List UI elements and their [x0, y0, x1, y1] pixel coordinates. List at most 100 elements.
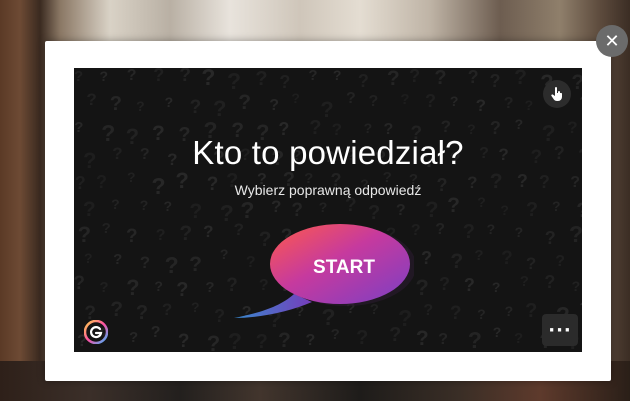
question-mark-decoration: ? [462, 220, 475, 243]
question-mark-decoration: ? [110, 298, 124, 322]
question-mark-decoration: ? [519, 273, 529, 291]
question-mark-decoration: ? [109, 93, 122, 116]
question-mark-decoration: ? [420, 248, 432, 269]
question-mark-decoration: ? [425, 197, 439, 223]
question-mark-decoration: ? [77, 222, 92, 248]
question-mark-decoration: ? [345, 194, 357, 216]
question-mark-decoration: ? [424, 90, 436, 111]
question-mark-decoration: ? [126, 68, 137, 85]
question-mark-decoration: ? [524, 97, 534, 114]
question-mark-decoration: ? [409, 68, 421, 86]
question-mark-decoration: ? [139, 196, 149, 213]
question-mark-decoration: ? [477, 305, 486, 322]
question-mark-decoration: ? [579, 299, 582, 316]
question-mark-decoration: ? [189, 96, 202, 118]
question-mark-decoration: ? [555, 252, 566, 270]
question-mark-decoration: ? [345, 90, 356, 108]
question-mark-decoration: ? [514, 116, 524, 133]
question-mark-decoration: ? [356, 326, 369, 349]
genially-logo-icon [83, 319, 109, 345]
question-mark-decoration: ? [155, 227, 166, 245]
question-mark-decoration: ? [449, 303, 462, 325]
more-options-button[interactable]: ··· [542, 314, 578, 346]
question-mark-decoration: ? [503, 95, 514, 113]
question-mark-decoration: ? [177, 330, 190, 352]
question-mark-decoration: ? [318, 199, 328, 216]
question-mark-decoration: ? [569, 221, 582, 248]
question-mark-decoration: ? [386, 68, 400, 91]
question-mark-decoration: ? [492, 324, 502, 341]
question-mark-decoration: ? [525, 253, 537, 273]
question-mark-decoration: ? [279, 71, 291, 92]
question-mark-decoration: ? [111, 196, 120, 213]
question-mark-decoration: ? [278, 328, 291, 352]
question-mark-decoration: ? [544, 227, 556, 248]
question-mark-decoration: ? [135, 302, 149, 325]
question-mark-decoration: ? [129, 328, 139, 346]
genially-logo[interactable] [83, 319, 109, 345]
question-mark-decoration: ? [486, 221, 496, 238]
question-mark-decoration: ? [450, 250, 464, 274]
question-mark-decoration: ? [571, 278, 581, 295]
question-mark-decoration: ? [164, 252, 179, 278]
question-mark-decoration: ? [153, 68, 165, 85]
question-mark-decoration: ? [203, 221, 214, 241]
question-mark-decoration: ? [82, 197, 96, 221]
question-mark-decoration: ? [467, 327, 482, 352]
question-mark-decoration: ? [320, 96, 334, 122]
question-mark-decoration: ? [305, 331, 316, 349]
question-mark-decoration: ? [154, 277, 163, 294]
question-mark-decoration: ? [163, 198, 173, 215]
question-mark-decoration: ? [308, 68, 318, 84]
question-mark-decoration: ? [113, 251, 123, 269]
question-mark-decoration: ? [99, 279, 109, 297]
question-mark-decoration: ? [238, 91, 252, 115]
touch-hand-button[interactable] [543, 80, 571, 108]
question-mark-decoration: ? [126, 226, 138, 248]
question-mark-decoration: ? [434, 68, 447, 90]
question-mark-decoration: ? [164, 93, 174, 110]
question-mark-decoration: ? [389, 324, 402, 347]
question-mark-decoration: ? [139, 252, 151, 272]
question-mark-decoration: ? [580, 93, 582, 115]
question-mark-decoration: ? [255, 68, 268, 91]
question-mark-decoration: ? [136, 97, 145, 114]
question-mark-decoration: ? [99, 68, 109, 85]
question-mark-decoration: ? [214, 305, 226, 326]
question-mark-decoration: ? [544, 272, 556, 293]
question-mark-decoration: ? [463, 275, 475, 296]
question-mark-decoration: ? [74, 68, 84, 86]
question-mark-decoration: ? [227, 328, 242, 352]
question-mark-decoration: ? [435, 221, 445, 239]
question-mark-decoration: ? [269, 96, 280, 114]
close-button[interactable]: ✕ [596, 25, 628, 57]
game-title: Kto to powiedział? [192, 134, 464, 171]
more-icon: ··· [548, 319, 572, 341]
question-mark-decoration: ? [189, 252, 202, 276]
start-button[interactable]: START [234, 222, 416, 322]
question-mark-decoration: ? [489, 70, 501, 91]
question-mark-decoration: ? [467, 68, 479, 87]
question-mark-decoration: ? [176, 279, 189, 302]
question-mark-decoration: ? [475, 95, 486, 115]
question-mark-decoration: ? [513, 330, 524, 348]
question-mark-decoration: ? [514, 224, 524, 241]
question-mark-decoration: ? [571, 71, 582, 95]
question-mark-decoration: ? [291, 200, 303, 222]
question-mark-decoration: ? [74, 272, 85, 294]
question-mark-decoration: ? [219, 200, 234, 227]
question-mark-decoration: ? [576, 199, 582, 223]
question-mark-decoration: ? [438, 330, 449, 348]
close-icon: ✕ [604, 30, 620, 52]
question-mark-decoration: ? [150, 324, 161, 342]
question-mark-decoration: ? [291, 90, 300, 107]
question-mark-decoration: ? [501, 248, 513, 270]
question-mark-decoration: ? [270, 197, 282, 217]
question-mark-decoration: ? [332, 68, 342, 83]
question-mark-decoration: ? [190, 299, 200, 316]
question-mark-decoration: ? [500, 201, 509, 218]
question-mark-decoration: ? [219, 246, 229, 263]
question-mark-decoration: ? [161, 299, 173, 319]
question-mark-decoration: ? [86, 90, 97, 110]
question-mark-decoration: ? [415, 326, 429, 350]
